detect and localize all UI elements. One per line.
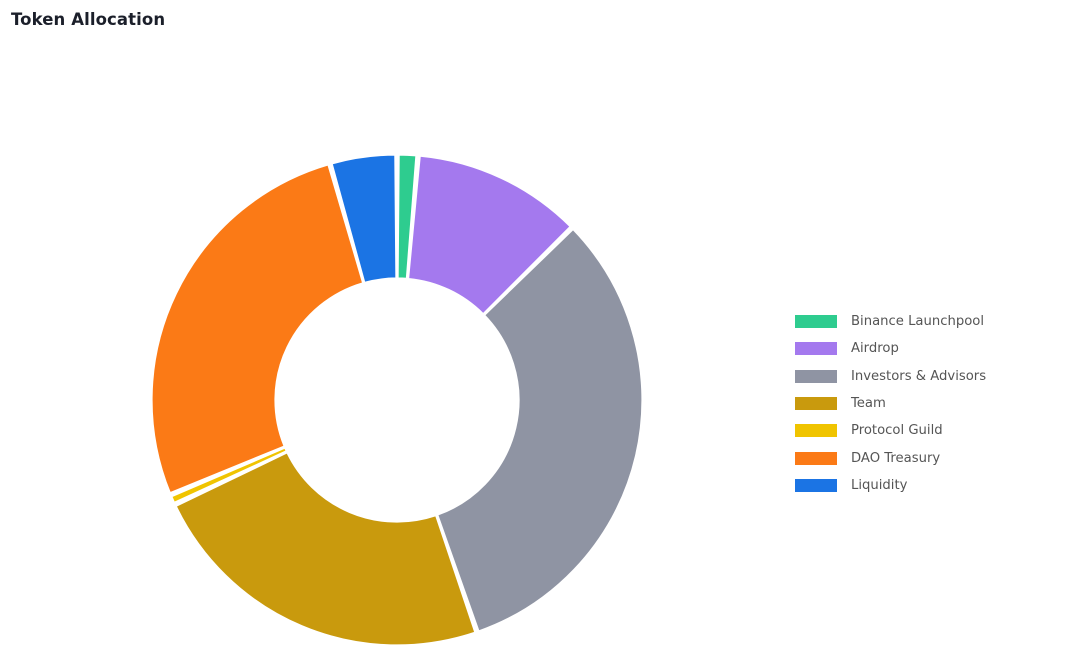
- legend-item[interactable]: Protocol Guild: [795, 417, 1045, 444]
- donut-slice-group: [151, 154, 643, 646]
- legend-item[interactable]: DAO Treasury: [795, 444, 1045, 471]
- legend-item[interactable]: Liquidity: [795, 472, 1045, 499]
- legend-swatch-icon: [795, 424, 837, 438]
- legend-swatch-icon: [795, 397, 837, 411]
- legend-item-label: Team: [851, 395, 886, 411]
- legend-item[interactable]: Investors & Advisors: [795, 363, 1045, 390]
- legend-swatch-icon: [795, 369, 837, 383]
- legend-item-label: Airdrop: [851, 341, 899, 357]
- legend-item[interactable]: Binance Launchpool: [795, 308, 1045, 335]
- legend-item[interactable]: Team: [795, 390, 1045, 417]
- legend-item-label: Investors & Advisors: [851, 368, 987, 384]
- legend-item-label: Binance Launchpool: [851, 314, 984, 330]
- legend-item-label: Protocol Guild: [851, 423, 943, 439]
- donut-slice[interactable]: [175, 452, 476, 646]
- legend-swatch-icon: [795, 315, 837, 329]
- legend-swatch-icon: [795, 451, 837, 465]
- legend-swatch-icon: [795, 342, 837, 356]
- donut-slice[interactable]: [151, 164, 364, 494]
- legend-swatch-icon: [795, 478, 837, 492]
- legend-item[interactable]: Airdrop: [795, 335, 1045, 362]
- chart-legend: Binance Launchpool Airdrop Investors & Adv…: [795, 308, 1045, 499]
- legend-item-label: Liquidity: [851, 477, 908, 493]
- legend-item-label: DAO Treasury: [851, 450, 941, 466]
